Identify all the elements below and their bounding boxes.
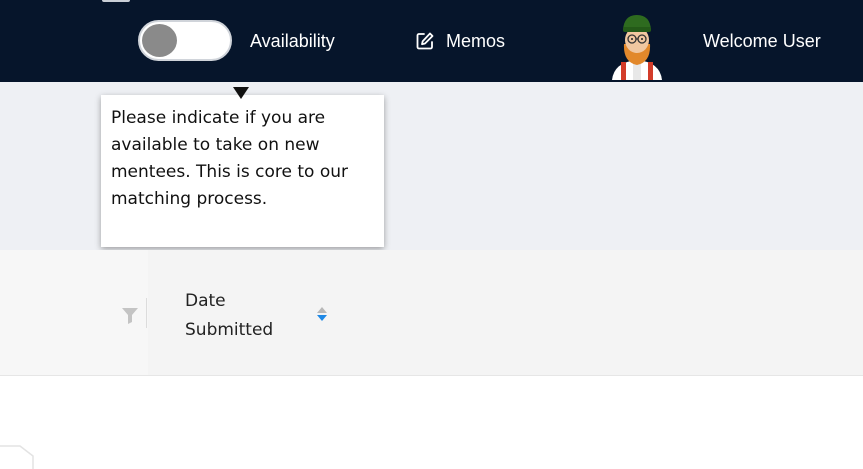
availability-toggle[interactable] bbox=[138, 20, 232, 61]
welcome-label: Welcome User bbox=[703, 31, 821, 51]
memos-link[interactable]: Memos bbox=[415, 28, 505, 54]
edit-icon bbox=[416, 32, 434, 50]
column-divider bbox=[146, 298, 147, 328]
tooltip-arrow bbox=[233, 87, 249, 99]
user-avatar-icon[interactable] bbox=[606, 10, 668, 80]
availability-label: Availability bbox=[250, 31, 335, 51]
date-submitted-column-title[interactable]: Date Submitted bbox=[185, 287, 295, 345]
availability-tooltip: Please indicate if you are available to … bbox=[101, 95, 384, 247]
toggle-knob bbox=[142, 24, 177, 57]
page-corner-icon bbox=[0, 445, 34, 469]
tooltip-text: Please indicate if you are available to … bbox=[111, 108, 349, 209]
filter-icon[interactable] bbox=[121, 305, 139, 325]
menu-icon-edge bbox=[102, 0, 130, 2]
memos-label: Memos bbox=[446, 31, 506, 51]
sort-icon[interactable] bbox=[315, 305, 329, 323]
